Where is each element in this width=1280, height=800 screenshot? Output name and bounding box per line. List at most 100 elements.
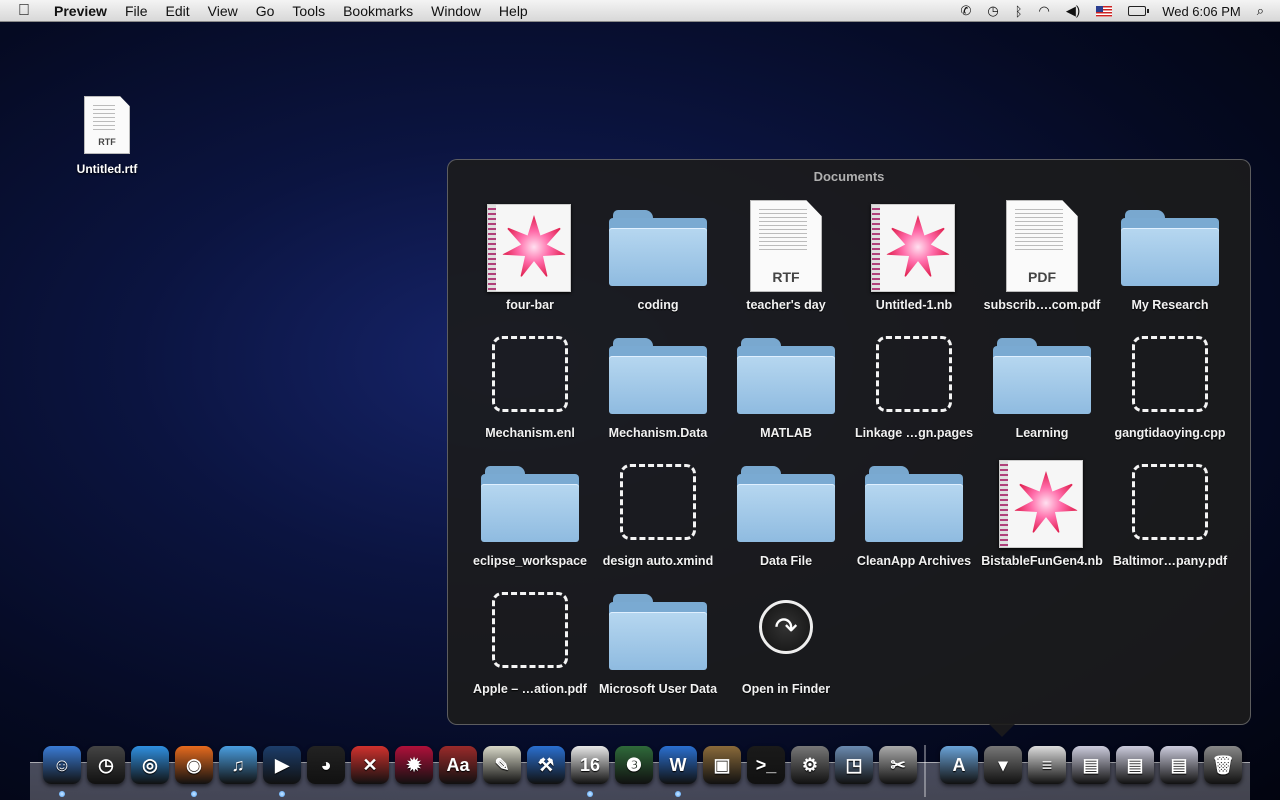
- stack-item-label: My Research: [1131, 298, 1209, 312]
- folder-icon: [736, 328, 836, 424]
- stack-item-teacher-s-day[interactable]: RTF teacher's day: [722, 200, 850, 320]
- stack-item-mechanism-data[interactable]: Mechanism.Data: [594, 328, 722, 448]
- menu-edit[interactable]: Edit: [166, 3, 190, 19]
- minimized-window-1-icon[interactable]: ▤: [1072, 746, 1110, 784]
- mathematica-notebook-icon: [480, 200, 580, 296]
- battery-icon[interactable]: [1128, 6, 1150, 16]
- folder-icon: [992, 328, 1092, 424]
- phone-icon[interactable]: ✆: [960, 3, 971, 19]
- dock-divider: [924, 745, 926, 797]
- stack-item-label: Linkage …gn.pages: [854, 426, 974, 440]
- running-indicator: [675, 791, 681, 797]
- stack-item-label: Data File: [759, 554, 813, 568]
- downloads-stack-icon[interactable]: ≡: [1028, 746, 1066, 784]
- stack-item-subscrib-com-pdf[interactable]: PDF subscrib….com.pdf: [978, 200, 1106, 320]
- quicktime-icon[interactable]: ▶: [263, 746, 301, 784]
- stack-item-label: subscrib….com.pdf: [983, 298, 1101, 312]
- finder-icon[interactable]: ☺: [43, 746, 81, 784]
- iphoto-icon[interactable]: ▣: [703, 746, 741, 784]
- stack-item-matlab[interactable]: MATLAB: [722, 328, 850, 448]
- safari-icon[interactable]: ◎: [131, 746, 169, 784]
- stack-item-design-auto-xmind[interactable]: design auto.xmind: [594, 456, 722, 576]
- grab-icon[interactable]: ✂: [879, 746, 917, 784]
- minimized-window-2-icon[interactable]: ▤: [1116, 746, 1154, 784]
- menu-help[interactable]: Help: [499, 3, 528, 19]
- file-placeholder-icon: [480, 328, 580, 424]
- stack-item-label: Untitled-1.nb: [875, 298, 953, 312]
- running-indicator: [279, 791, 285, 797]
- stack-item-baltimor-pany-pdf[interactable]: Baltimor…pany.pdf: [1106, 456, 1234, 576]
- textedit-icon[interactable]: ✎: [483, 746, 521, 784]
- documents-stack-icon[interactable]: ▾: [984, 746, 1022, 784]
- stack-item-label: teacher's day: [746, 298, 826, 312]
- stack-item-untitled-1-nb[interactable]: Untitled-1.nb: [850, 200, 978, 320]
- stack-item-coding[interactable]: coding: [594, 200, 722, 320]
- folder-icon: [608, 200, 708, 296]
- stack-item-data-file[interactable]: Data File: [722, 456, 850, 576]
- stack-item-mechanism-enl[interactable]: Mechanism.enl: [466, 328, 594, 448]
- matlab-icon[interactable]: ❸: [615, 746, 653, 784]
- minimized-window-3-icon[interactable]: ▤: [1160, 746, 1198, 784]
- stack-item-label: four-bar: [506, 298, 554, 312]
- trash-icon[interactable]: 🗑: [1204, 746, 1242, 784]
- running-indicator: [587, 791, 593, 797]
- running-indicator: [59, 791, 65, 797]
- qq-icon[interactable]: ◕: [307, 746, 345, 784]
- wifi-icon[interactable]: ◠: [1039, 3, 1050, 19]
- stack-item-gangtidaoying-cpp[interactable]: gangtidaoying.cpp: [1106, 328, 1234, 448]
- menu-go[interactable]: Go: [256, 3, 275, 19]
- stack-item-eclipse-workspace[interactable]: eclipse_workspace: [466, 456, 594, 576]
- volume-icon[interactable]: ◀): [1066, 3, 1080, 19]
- stack-item-microsoft-user-data[interactable]: Microsoft User Data: [594, 584, 722, 704]
- stack-item-label: Microsoft User Data: [598, 682, 718, 696]
- stack-item-open-in-finder[interactable]: ↷ Open in Finder: [722, 584, 850, 704]
- input-source-flag-icon[interactable]: [1096, 5, 1113, 17]
- preview-icon[interactable]: ◳: [835, 746, 873, 784]
- pdf-document-icon: PDF: [992, 200, 1092, 296]
- apple-menu-icon[interactable]: : [18, 2, 40, 20]
- stack-item-cleanapp-archives[interactable]: CleanApp Archives: [850, 456, 978, 576]
- stack-item-apple-ation-pdf[interactable]: Apple – …ation.pdf: [466, 584, 594, 704]
- terminal-icon[interactable]: >_: [747, 746, 785, 784]
- time-machine-icon[interactable]: ◷: [987, 3, 998, 19]
- stack-item-label: Open in Finder: [741, 682, 831, 696]
- stack-item-my-research[interactable]: My Research: [1106, 200, 1234, 320]
- menu-view[interactable]: View: [208, 3, 238, 19]
- file-placeholder-icon: [1120, 456, 1220, 552]
- folder-icon: [1120, 200, 1220, 296]
- menu-clock[interactable]: Wed 6:06 PM: [1162, 4, 1241, 19]
- firefox-icon[interactable]: ◉: [175, 746, 213, 784]
- desktop-file-label: Untitled.rtf: [76, 162, 138, 176]
- documents-stack-grid: Documents four-bar coding RTF teacher's day…: [447, 159, 1251, 725]
- stack-item-bistablefungen4-nb[interactable]: BistableFunGen4.nb: [978, 456, 1106, 576]
- folder-icon: [736, 456, 836, 552]
- desktop-file-untitled-rtf[interactable]: RTF Untitled.rtf: [68, 96, 146, 176]
- mathematica-icon[interactable]: ✹: [395, 746, 433, 784]
- stack-item-linkage-gn-pages[interactable]: Linkage …gn.pages: [850, 328, 978, 448]
- menu-tools[interactable]: Tools: [292, 3, 325, 19]
- xmind-icon[interactable]: ✕: [351, 746, 389, 784]
- system-preferences-icon[interactable]: ⚙: [791, 746, 829, 784]
- open-in-finder-arrow-icon: ↷: [736, 584, 836, 680]
- app-menu-preview[interactable]: Preview: [54, 3, 107, 19]
- file-placeholder-icon: [480, 584, 580, 680]
- bluetooth-icon[interactable]: ᛒ: [1015, 4, 1023, 19]
- stack-item-label: design auto.xmind: [602, 554, 714, 568]
- stack-pointer: [988, 723, 1016, 737]
- xcode-icon[interactable]: ⚒: [527, 746, 565, 784]
- word-icon[interactable]: W: [659, 746, 697, 784]
- itunes-icon[interactable]: ♫: [219, 746, 257, 784]
- stack-item-label: gangtidaoying.cpp: [1114, 426, 1226, 440]
- dictionary-icon[interactable]: Aa: [439, 746, 477, 784]
- ical-icon[interactable]: 16: [571, 746, 609, 784]
- menu-bookmarks[interactable]: Bookmarks: [343, 3, 413, 19]
- spotlight-search-icon[interactable]: ⌕: [1257, 3, 1264, 19]
- applications-stack-icon[interactable]: A: [940, 746, 978, 784]
- mathematica-notebook-icon: [992, 456, 1092, 552]
- dashboard-icon[interactable]: ◷: [87, 746, 125, 784]
- stack-item-learning[interactable]: Learning: [978, 328, 1106, 448]
- stack-item-label: Baltimor…pany.pdf: [1112, 554, 1228, 568]
- menu-file[interactable]: File: [125, 3, 148, 19]
- menu-window[interactable]: Window: [431, 3, 481, 19]
- stack-item-four-bar[interactable]: four-bar: [466, 200, 594, 320]
